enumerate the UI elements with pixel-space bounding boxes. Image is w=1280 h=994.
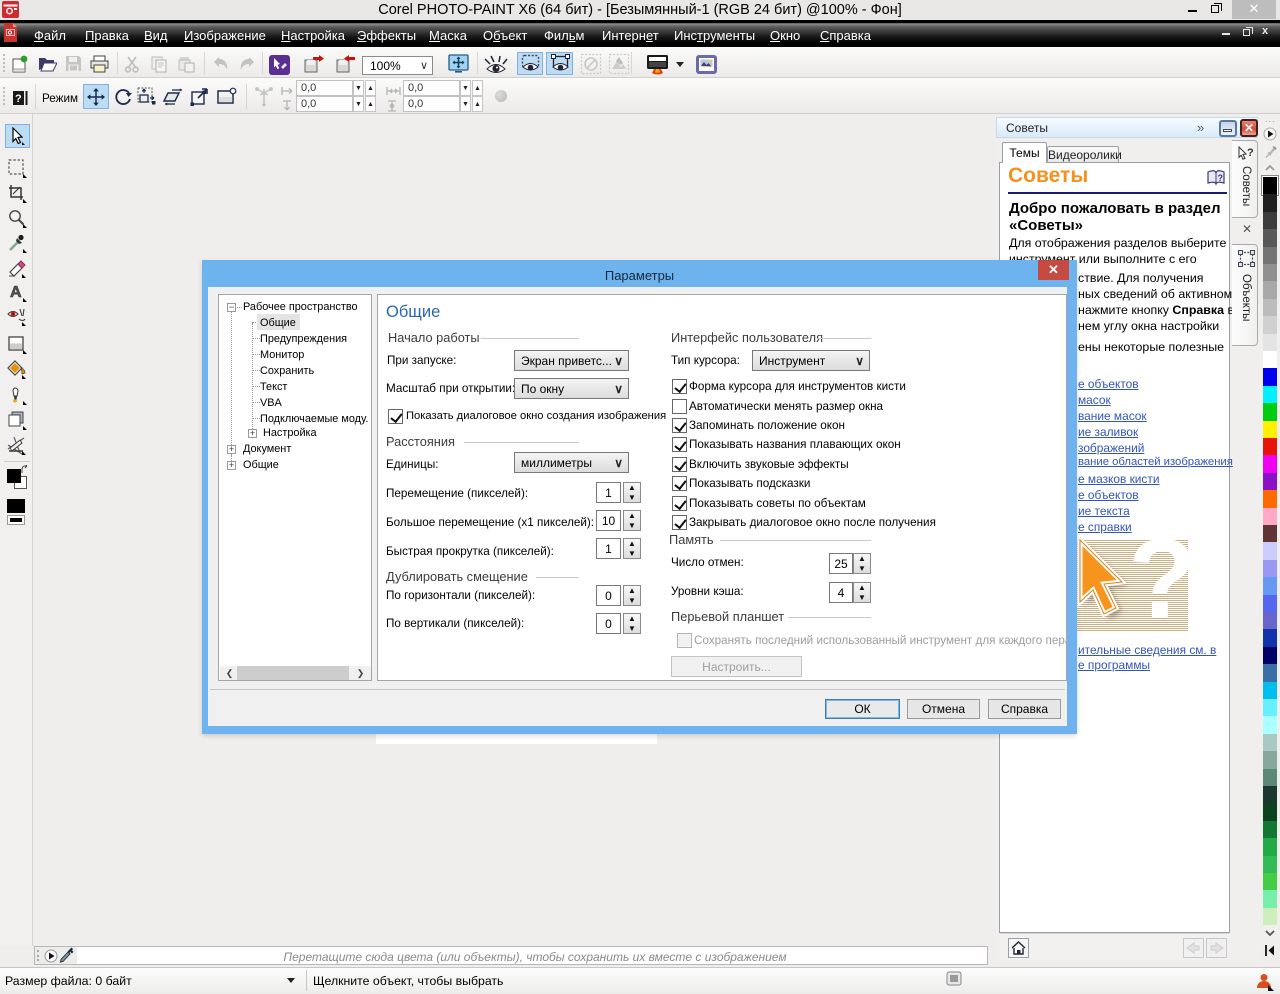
svg-text:A: A: [10, 284, 22, 301]
svg-text:?: ?: [15, 93, 22, 105]
svg-text:?: ?: [1218, 173, 1224, 183]
svg-text:?: ?: [1247, 147, 1254, 159]
